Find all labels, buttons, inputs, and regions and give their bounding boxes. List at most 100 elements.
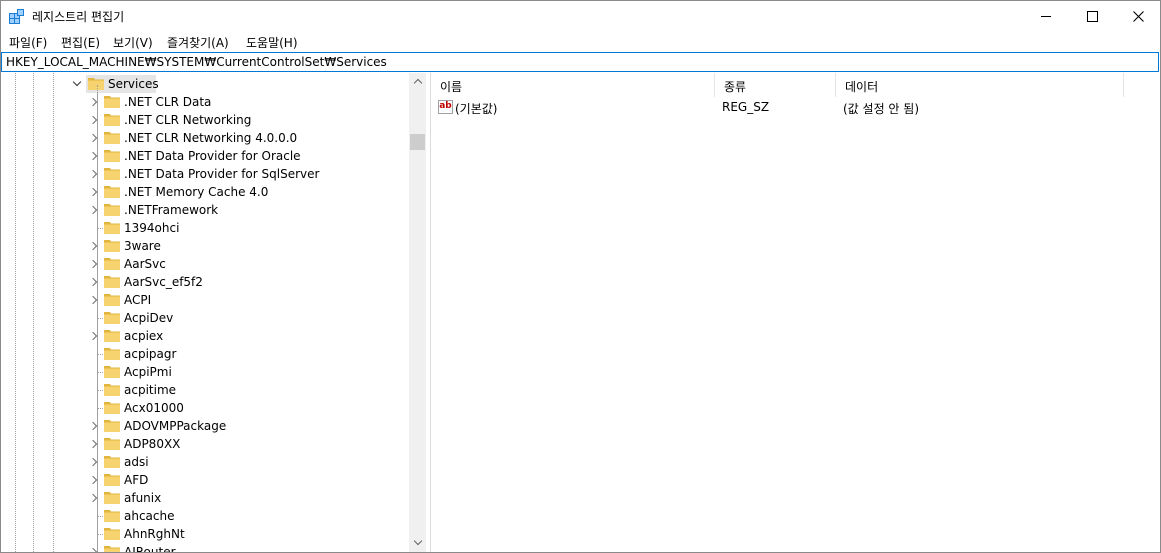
tree-item-label: AcpiPmi <box>124 365 172 379</box>
menu-help[interactable]: 도움말(H) <box>246 34 298 51</box>
tree-vertical-scrollbar[interactable] <box>409 73 426 552</box>
folder-icon <box>104 132 120 144</box>
tree-item-label: Acx01000 <box>124 401 184 415</box>
folder-icon <box>104 366 120 378</box>
folder-icon <box>104 294 120 306</box>
scroll-down-button[interactable] <box>409 534 426 551</box>
expand-chevron-icon[interactable] <box>88 259 98 269</box>
tree-item[interactable]: AJRouter <box>1 543 409 552</box>
menu-bar: 파일(F) 편집(E) 보기(V) 즐겨찾기(A) 도움말(H) <box>1 31 1160 51</box>
tree-item[interactable]: .NET Data Provider for Oracle <box>1 147 409 165</box>
tree-item-services[interactable]: Services <box>1 75 409 93</box>
expand-chevron-icon[interactable] <box>88 475 98 485</box>
folder-icon <box>104 258 120 270</box>
expand-chevron-icon[interactable] <box>88 169 98 179</box>
tree-item-label: AhnRghNt <box>124 527 185 541</box>
value-name: (기본값) <box>455 102 498 116</box>
tree-item[interactable]: .NET Memory Cache 4.0 <box>1 183 409 201</box>
collapse-chevron-icon[interactable] <box>72 77 82 87</box>
tree-item[interactable]: acpipagr <box>1 345 409 363</box>
tree-item[interactable]: acpiex <box>1 327 409 345</box>
expand-chevron-icon[interactable] <box>88 331 98 341</box>
menu-edit[interactable]: 편집(E) <box>61 34 100 51</box>
tree-item[interactable]: .NET CLR Networking 4.0.0.0 <box>1 129 409 147</box>
tree-item[interactable]: AcpiDev <box>1 309 409 327</box>
window-title: 레지스트리 편집기 <box>32 10 125 24</box>
expand-chevron-icon[interactable] <box>88 133 98 143</box>
tree-item[interactable]: afunix <box>1 489 409 507</box>
tree-item[interactable]: acpitime <box>1 381 409 399</box>
expand-chevron-icon[interactable] <box>88 97 98 107</box>
tree-item-label: ahcache <box>124 509 175 523</box>
tree-item[interactable]: .NET Data Provider for SqlServer <box>1 165 409 183</box>
column-header-type[interactable]: 종류 <box>715 73 836 97</box>
tree-item[interactable]: AhnRghNt <box>1 525 409 543</box>
expand-chevron-icon[interactable] <box>88 205 98 215</box>
tree-item-label: ADOVMPPackage <box>124 419 227 433</box>
registry-editor-window: 레지스트리 편집기 파일(F) 편집(E) 보기(V) 즐겨찾기(A) 도움말(… <box>0 0 1161 553</box>
menu-favorites[interactable]: 즐겨찾기(A) <box>167 34 229 51</box>
expand-chevron-icon[interactable] <box>88 493 98 503</box>
tree-item-label: acpitime <box>124 383 177 397</box>
expand-chevron-icon[interactable] <box>88 421 98 431</box>
tree-item[interactable]: adsi <box>1 453 409 471</box>
tree-item-label: ACPI <box>124 293 152 307</box>
column-header-data[interactable]: 데이터 <box>836 73 1124 97</box>
expand-chevron-icon[interactable] <box>88 457 98 467</box>
scroll-up-button[interactable] <box>409 73 426 90</box>
address-bar[interactable]: HKEY_LOCAL_MACHINE₩SYSTEM₩CurrentControl… <box>1 52 1159 72</box>
tree-item[interactable]: AarSvc <box>1 255 409 273</box>
tree-item[interactable]: AcpiPmi <box>1 363 409 381</box>
tree-item[interactable]: 1394ohci <box>1 219 409 237</box>
scroll-thumb[interactable] <box>410 134 425 150</box>
tree-item[interactable]: AFD <box>1 471 409 489</box>
tree-item[interactable]: Acx01000 <box>1 399 409 417</box>
tree-item[interactable]: ACPI <box>1 291 409 309</box>
expand-chevron-icon[interactable] <box>88 241 98 251</box>
expand-chevron-icon[interactable] <box>88 115 98 125</box>
values-list-pane[interactable]: 이름 종류 데이터 ab (기본값) REG_SZ (값 설정 안 됨) <box>431 73 1160 552</box>
tree-item[interactable]: AarSvc_ef5f2 <box>1 273 409 291</box>
tree-item[interactable]: 3ware <box>1 237 409 255</box>
minimize-button[interactable] <box>1023 1 1069 31</box>
folder-icon <box>104 114 120 126</box>
chevron-down-icon <box>413 536 422 546</box>
folder-icon <box>88 78 104 90</box>
menu-file[interactable]: 파일(F) <box>9 34 47 51</box>
column-header-name[interactable]: 이름 <box>431 73 715 97</box>
expand-chevron-icon[interactable] <box>88 439 98 449</box>
tree-item[interactable]: ADP80XX <box>1 435 409 453</box>
expand-chevron-icon[interactable] <box>88 277 98 287</box>
tree-item[interactable]: ahcache <box>1 507 409 525</box>
folder-icon <box>104 96 120 108</box>
tree-item-label: acpipagr <box>124 347 177 361</box>
tree-item[interactable]: .NETFramework <box>1 201 409 219</box>
menu-view[interactable]: 보기(V) <box>113 34 153 51</box>
expand-chevron-icon[interactable] <box>88 151 98 161</box>
expand-chevron-icon[interactable] <box>88 295 98 305</box>
maximize-icon <box>1086 10 1098 22</box>
folder-icon <box>104 222 120 234</box>
folder-icon <box>104 150 120 162</box>
tree-item[interactable]: .NET CLR Networking <box>1 111 409 129</box>
folder-icon <box>104 402 120 414</box>
tree-item-label: .NET CLR Data <box>124 95 212 109</box>
folder-icon <box>104 348 120 360</box>
key-tree-pane[interactable]: Services .NET CLR Data .NET CLR Networkin… <box>1 73 427 552</box>
expand-chevron-icon[interactable] <box>88 547 98 552</box>
folder-icon <box>104 276 120 288</box>
folder-icon <box>104 438 120 450</box>
expand-chevron-icon[interactable] <box>88 187 98 197</box>
maximize-button[interactable] <box>1069 1 1115 31</box>
tree-item[interactable]: ADOVMPPackage <box>1 417 409 435</box>
chevron-up-icon <box>413 78 422 88</box>
tree-item-label: AarSvc <box>124 257 166 271</box>
title-bar[interactable]: 레지스트리 편집기 <box>1 1 1160 31</box>
tree-item[interactable]: .NET CLR Data <box>1 93 409 111</box>
folder-icon <box>104 330 120 342</box>
folder-icon <box>104 420 120 432</box>
tree-item-label: .NET Data Provider for Oracle <box>124 149 301 163</box>
folder-icon <box>104 204 120 216</box>
list-row[interactable]: ab (기본값) REG_SZ (값 설정 안 됨) <box>431 99 1160 117</box>
close-button[interactable] <box>1115 1 1160 31</box>
